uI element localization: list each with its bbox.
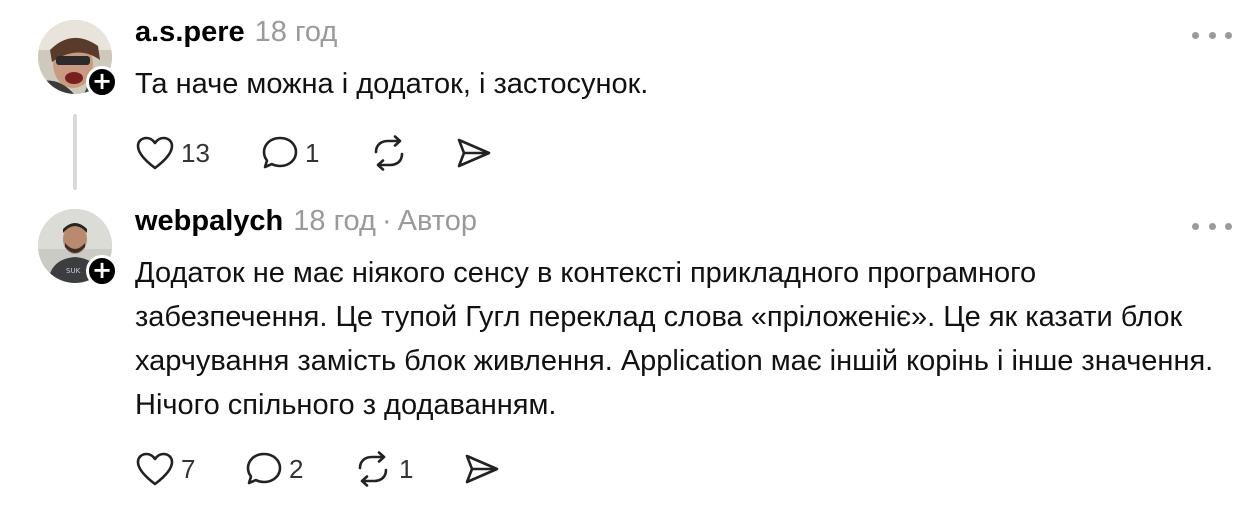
send-icon: [465, 454, 499, 484]
avatar-container[interactable]: SUK +: [38, 209, 118, 287]
share-button[interactable]: [455, 133, 493, 173]
heart-icon: [136, 136, 174, 170]
heart-icon: [136, 452, 174, 486]
comment-card: SUK + webpalych 18 год · Автор Додаток не м…: [0, 195, 1256, 516]
more-dots-icon: [1208, 222, 1216, 230]
reply-count: 1: [305, 137, 320, 168]
repost-count: 1: [399, 453, 414, 484]
comment-header: webpalych 18 год · Автор: [135, 205, 477, 245]
send-icon: [457, 138, 491, 168]
reply-button[interactable]: 1: [261, 133, 319, 173]
follow-button[interactable]: +: [86, 255, 118, 287]
thread-line: [73, 114, 77, 190]
more-dots-icon: [1225, 222, 1232, 230]
separator-dot: ·: [381, 205, 392, 237]
repost-button[interactable]: 1: [353, 449, 413, 489]
comment-card: + a.s.pere 18 год Та наче можна і додаток…: [0, 0, 1256, 200]
timestamp[interactable]: 18 год: [255, 16, 338, 48]
author-badge: Автор: [397, 205, 477, 237]
more-dots-icon: [1208, 31, 1216, 39]
reply-count: 2: [289, 453, 304, 484]
username[interactable]: webpalych: [135, 205, 283, 237]
svg-text:SUK: SUK: [66, 267, 81, 275]
repost-icon: [374, 135, 404, 171]
comment-text: Додаток не має ніякого сенсу в контексті…: [135, 257, 1214, 421]
like-button[interactable]: 7: [135, 449, 195, 489]
timestamp[interactable]: 18 год: [293, 205, 376, 237]
like-button[interactable]: 13: [135, 133, 210, 173]
comment-header: a.s.pere 18 год: [135, 16, 337, 56]
comment-bubble-icon: [262, 136, 298, 169]
reply-button[interactable]: 2: [245, 449, 303, 489]
comment-text: Та наче можна і додаток, і застосунок.: [135, 68, 649, 100]
repost-icon: [358, 451, 388, 487]
comment-bubble-icon: [246, 452, 282, 485]
more-options-button[interactable]: [1192, 25, 1232, 45]
more-dots-icon: [1192, 222, 1199, 230]
username[interactable]: a.s.pere: [135, 16, 245, 48]
follow-button[interactable]: +: [86, 66, 118, 98]
like-count: 13: [181, 137, 210, 168]
repost-button[interactable]: [369, 133, 409, 173]
more-dots-icon: [1192, 31, 1199, 39]
like-count: 7: [181, 453, 196, 484]
avatar-container[interactable]: +: [38, 20, 118, 98]
more-options-button[interactable]: [1192, 216, 1232, 236]
more-dots-icon: [1225, 31, 1232, 39]
share-button[interactable]: [463, 449, 501, 489]
